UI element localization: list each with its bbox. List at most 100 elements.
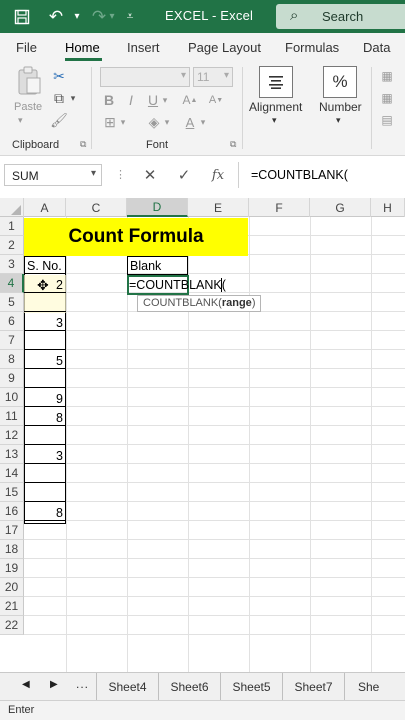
grid-line bbox=[24, 349, 405, 350]
row-header-21[interactable]: 21 bbox=[0, 597, 24, 616]
undo-dropdown-icon[interactable]: ▾ bbox=[70, 0, 84, 33]
row-header-22[interactable]: 22 bbox=[0, 616, 24, 635]
row-header-16[interactable]: 16 bbox=[0, 502, 24, 521]
row-header-10[interactable]: 10 bbox=[0, 388, 24, 407]
row-header-13[interactable]: 13 bbox=[0, 445, 24, 464]
formula-input[interactable]: =COUNTBLANK( bbox=[243, 164, 405, 186]
column-header-a[interactable]: A bbox=[24, 198, 66, 217]
cancel-icon[interactable]: ✕ bbox=[138, 164, 162, 186]
row-header-12[interactable]: 12 bbox=[0, 426, 24, 445]
row-header-2[interactable]: 2 bbox=[0, 236, 24, 255]
cell-a11[interactable]: 8 bbox=[27, 411, 63, 425]
enter-icon[interactable]: ✓ bbox=[172, 164, 196, 186]
cell-border bbox=[24, 520, 66, 521]
cell-border bbox=[24, 482, 66, 483]
sheet-tab-partial[interactable]: She bbox=[344, 673, 405, 700]
select-all-corner[interactable] bbox=[0, 198, 24, 217]
row-header-15[interactable]: 15 bbox=[0, 483, 24, 502]
number-label[interactable]: Number bbox=[319, 100, 362, 114]
tab-formulas[interactable]: Formulas bbox=[285, 40, 339, 55]
cell-a10[interactable]: 9 bbox=[27, 392, 63, 406]
cell-border bbox=[24, 444, 66, 445]
column-header-g[interactable]: G bbox=[310, 198, 371, 217]
tab-insert[interactable]: Insert bbox=[127, 40, 160, 55]
cell-a8[interactable]: 5 bbox=[27, 354, 63, 368]
text-caret bbox=[221, 278, 222, 292]
prev-sheet-icon[interactable]: ◀ bbox=[22, 679, 30, 690]
cell-a6[interactable]: 3 bbox=[27, 316, 63, 330]
tooltip-function: COUNTBLANK( bbox=[143, 297, 222, 309]
tab-data[interactable]: Data bbox=[363, 40, 390, 55]
tab-home[interactable]: Home bbox=[65, 40, 100, 55]
tab-file[interactable]: File bbox=[16, 40, 37, 55]
paste-icon[interactable] bbox=[14, 65, 44, 97]
grid-line bbox=[24, 406, 405, 407]
font-name-field: ▾ bbox=[100, 67, 190, 87]
alignment-icon[interactable] bbox=[259, 66, 293, 98]
format-table-icon[interactable]: ▦ bbox=[380, 89, 394, 107]
row-header-20[interactable]: 20 bbox=[0, 578, 24, 597]
clipboard-launcher-icon[interactable]: ⧉ bbox=[80, 139, 86, 150]
row-header-18[interactable]: 18 bbox=[0, 540, 24, 559]
row-header-5[interactable]: 5 bbox=[0, 293, 24, 312]
merged-title-cell[interactable]: Count Formula bbox=[24, 218, 248, 256]
copy-icon[interactable]: ⧉ bbox=[50, 89, 68, 107]
row-header-14[interactable]: 14 bbox=[0, 464, 24, 483]
row-header-19[interactable]: 19 bbox=[0, 559, 24, 578]
copy-dropdown-icon[interactable]: ▾ bbox=[68, 89, 78, 107]
next-sheet-icon[interactable]: ▶ bbox=[50, 679, 58, 690]
save-icon[interactable] bbox=[10, 0, 34, 33]
cell-a3[interactable]: S. No. bbox=[27, 259, 62, 273]
cell-border bbox=[24, 368, 66, 369]
row-header-11[interactable]: 11 bbox=[0, 407, 24, 426]
tooltip-argument[interactable]: range bbox=[222, 297, 252, 309]
status-bar: Enter bbox=[0, 700, 405, 720]
cell-styles-icon[interactable]: ▤ bbox=[380, 111, 394, 129]
column-header-d[interactable]: D bbox=[127, 198, 188, 217]
grid-line bbox=[24, 539, 405, 540]
column-header-h[interactable]: H bbox=[371, 198, 405, 217]
row-header-3[interactable]: 3 bbox=[0, 255, 24, 274]
cell-d3[interactable]: Blank bbox=[130, 259, 161, 273]
row-header-4[interactable]: 4 bbox=[0, 274, 24, 293]
row-header-17[interactable]: 17 bbox=[0, 521, 24, 540]
alignment-dropdown-icon[interactable]: ▾ bbox=[272, 115, 277, 126]
grid-line bbox=[24, 520, 405, 521]
row-header-1[interactable]: 1 bbox=[0, 217, 24, 236]
insert-function-button[interactable]: fx bbox=[206, 164, 230, 186]
chevron-down-icon: ▾ bbox=[223, 70, 229, 81]
row-header-8[interactable]: 8 bbox=[0, 350, 24, 369]
name-box[interactable]: SUM ▾ bbox=[4, 164, 102, 186]
cut-icon[interactable]: ✂ bbox=[50, 67, 68, 85]
cell-border bbox=[24, 349, 66, 350]
sheet-tab-sheet6[interactable]: Sheet6 bbox=[158, 673, 220, 700]
more-sheets-left[interactable]: ... bbox=[76, 677, 89, 691]
borders-icon: ⊞ bbox=[104, 113, 116, 130]
cell-a13[interactable]: 3 bbox=[27, 449, 63, 463]
sheet-tab-sheet4[interactable]: Sheet4 bbox=[96, 673, 158, 700]
cell-a16[interactable]: 8 bbox=[27, 506, 63, 520]
undo-icon[interactable]: ↶ bbox=[44, 0, 68, 33]
sheet-tab-sheet5[interactable]: Sheet5 bbox=[220, 673, 282, 700]
underline-icon: U bbox=[147, 92, 159, 108]
tab-page-layout[interactable]: Page Layout bbox=[188, 40, 261, 55]
row-header-9[interactable]: 9 bbox=[0, 369, 24, 388]
row-header-6[interactable]: 6 bbox=[0, 312, 24, 331]
number-format-icon[interactable]: % bbox=[323, 66, 357, 98]
format-painter-icon[interactable]: 🖌 bbox=[50, 111, 68, 129]
sheet-tab-sheet7[interactable]: Sheet7 bbox=[282, 673, 344, 700]
column-header-e[interactable]: E bbox=[188, 198, 249, 217]
row-header-7[interactable]: 7 bbox=[0, 331, 24, 350]
column-header-f[interactable]: F bbox=[249, 198, 310, 217]
alignment-label[interactable]: Alignment bbox=[249, 100, 302, 114]
cell-border bbox=[24, 425, 66, 426]
number-dropdown-icon[interactable]: ▾ bbox=[336, 115, 341, 126]
customize-toolbar-icon[interactable]: ⩡ bbox=[122, 0, 138, 33]
paste-dropdown-icon[interactable]: ▾ bbox=[18, 115, 23, 126]
search-box[interactable]: ⌕ Search bbox=[276, 4, 405, 29]
function-tooltip[interactable]: COUNTBLANK(range) bbox=[137, 295, 261, 312]
shrink-font-icon: A ▼ bbox=[208, 94, 224, 106]
column-header-c[interactable]: C bbox=[66, 198, 127, 217]
font-launcher-icon[interactable]: ⧉ bbox=[230, 139, 236, 150]
conditional-format-icon[interactable]: ▦ bbox=[380, 67, 394, 85]
